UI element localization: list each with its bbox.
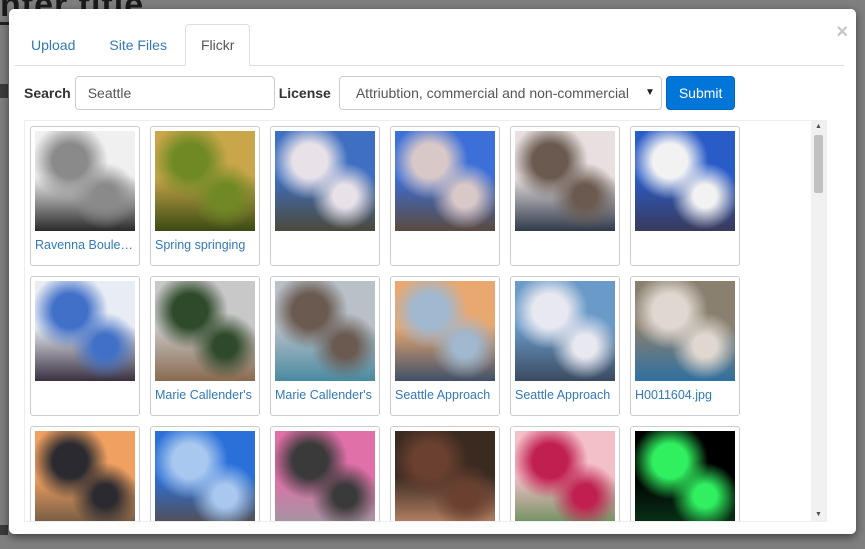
photo-results[interactable]: Ravenna Boulevard Spring springing Marie C…	[24, 120, 827, 522]
photo-caption[interactable]: Seattle Approach	[515, 388, 615, 402]
photo-thumbnail[interactable]	[275, 131, 375, 231]
photo-caption[interactable]: Marie Callender's	[155, 388, 255, 402]
photo-card[interactable]: Marie Callender's	[150, 276, 260, 416]
background-divider	[0, 525, 8, 535]
scroll-up-icon[interactable]: ▲	[811, 121, 826, 133]
photo-thumbnail[interactable]	[155, 131, 255, 231]
license-selected-value: Attriubtion, commercial and non-commerci…	[355, 85, 629, 101]
search-input[interactable]	[74, 76, 275, 110]
photo-card[interactable]: H0011604.jpg	[630, 276, 740, 416]
photo-thumbnail[interactable]	[155, 431, 255, 521]
photo-thumbnail[interactable]	[515, 131, 615, 231]
photo-caption[interactable]: Ravenna Boulevard	[35, 238, 135, 252]
photo-thumbnail[interactable]	[395, 131, 495, 231]
results-scrollbar[interactable]: ▲ ▼	[811, 121, 826, 521]
photo-thumbnail[interactable]	[35, 131, 135, 231]
flickr-search-form: Search License Attriubtion, commercial a…	[24, 76, 736, 110]
photo-thumbnail[interactable]	[515, 281, 615, 381]
photo-card[interactable]: Ravenna Boulevard	[30, 126, 140, 266]
photo-thumbnail[interactable]	[635, 431, 735, 521]
photo-card[interactable]	[510, 126, 620, 266]
photo-card[interactable]: Seattle Approach	[510, 276, 620, 416]
photo-thumbnail[interactable]	[635, 281, 735, 381]
photo-thumbnail[interactable]	[395, 431, 495, 521]
photo-card[interactable]	[270, 426, 380, 521]
media-source-tabs: Upload Site Files Flickr	[15, 24, 844, 66]
license-select[interactable]: Attriubtion, commercial and non-commerci…	[338, 76, 662, 110]
photo-caption[interactable]: Spring springing	[155, 238, 255, 252]
photo-thumbnail[interactable]	[635, 131, 735, 231]
license-label: License	[278, 85, 331, 101]
photo-caption[interactable]: H0011604.jpg	[635, 388, 735, 402]
photo-card[interactable]: Marie Callender's	[270, 276, 380, 416]
photo-card[interactable]: Spring springing	[150, 126, 260, 266]
photo-card[interactable]	[510, 426, 620, 521]
tab-site-files[interactable]: Site Files	[93, 24, 183, 64]
select-arrow-icon: ▼	[644, 87, 655, 98]
photo-thumbnail[interactable]	[515, 431, 615, 521]
tab-flickr[interactable]: Flickr	[184, 24, 251, 66]
photo-card[interactable]	[390, 426, 500, 521]
photo-card[interactable]	[390, 126, 500, 266]
photo-thumbnail[interactable]	[395, 281, 495, 381]
scroll-down-icon[interactable]: ▼	[811, 509, 826, 521]
photo-thumbnail[interactable]	[275, 281, 375, 381]
photo-thumbnail[interactable]	[35, 431, 135, 521]
photo-card[interactable]: Seattle Approach	[390, 276, 500, 416]
photo-card[interactable]	[30, 276, 140, 416]
submit-button[interactable]: Submit	[665, 76, 736, 110]
photo-thumbnail[interactable]	[275, 431, 375, 521]
photo-caption[interactable]: Marie Callender's	[275, 388, 375, 402]
media-picker-modal: × Upload Site Files Flickr Search Licens…	[9, 9, 856, 534]
scrollbar-thumb[interactable]	[814, 135, 823, 193]
photo-card[interactable]	[630, 426, 740, 521]
photo-card[interactable]	[150, 426, 260, 521]
photo-thumbnail[interactable]	[155, 281, 255, 381]
photo-card[interactable]	[630, 126, 740, 266]
photo-caption[interactable]: Seattle Approach	[395, 388, 495, 402]
photo-card[interactable]	[270, 126, 380, 266]
photo-thumbnail[interactable]	[35, 281, 135, 381]
search-label: Search	[24, 85, 71, 101]
background-divider	[0, 84, 8, 98]
tab-upload[interactable]: Upload	[15, 24, 91, 64]
photo-card[interactable]	[30, 426, 140, 521]
